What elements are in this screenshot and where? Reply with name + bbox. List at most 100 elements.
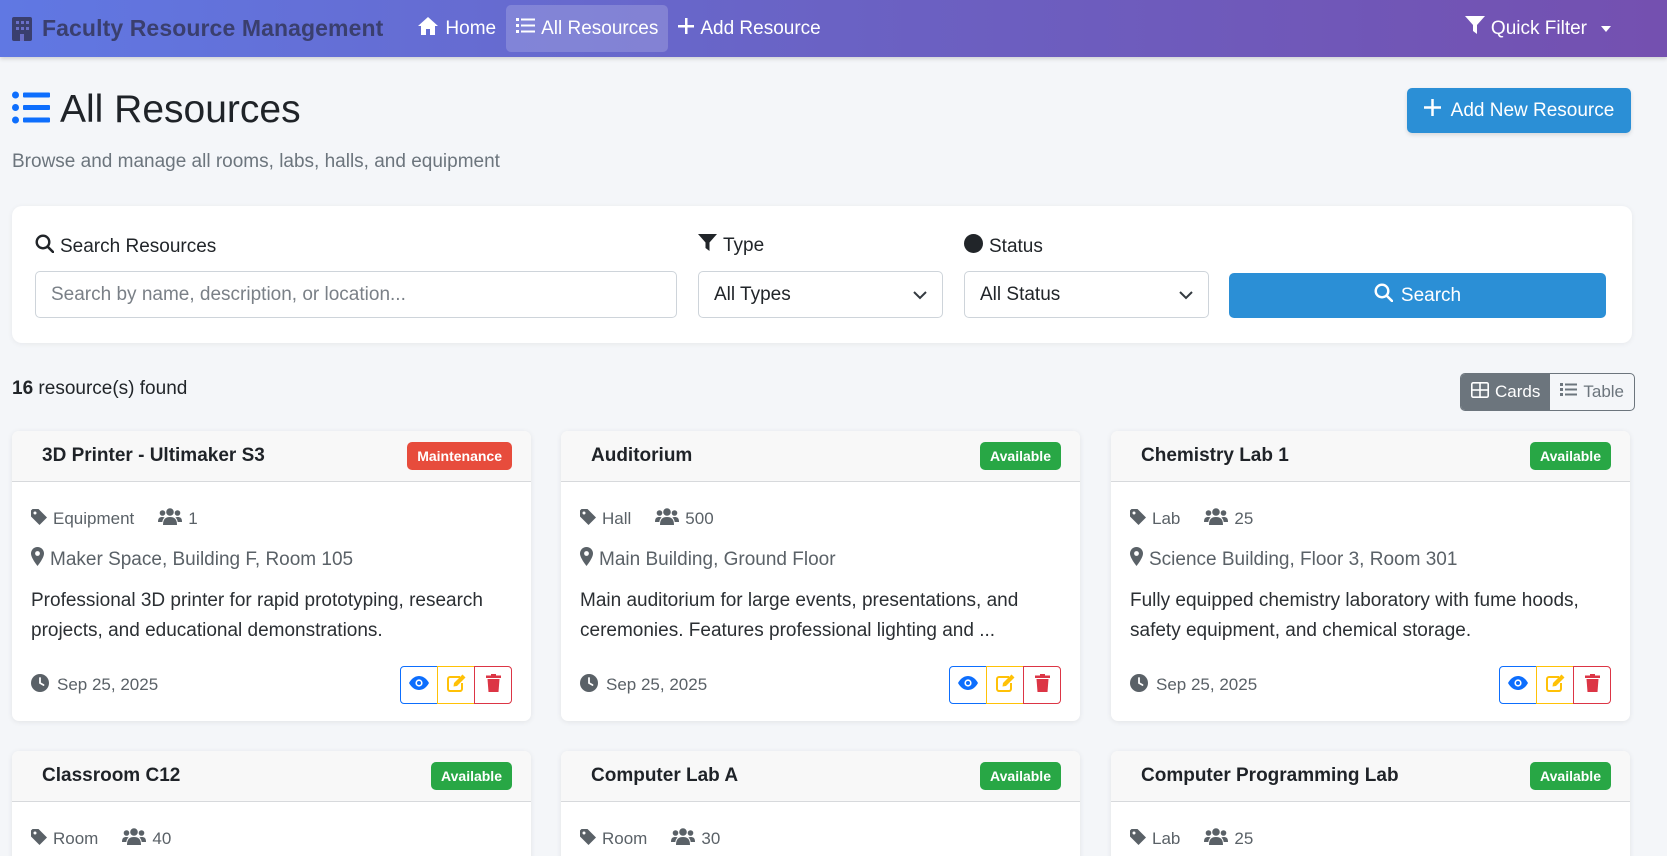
search-label: Search Resources	[35, 234, 216, 259]
view-button[interactable]	[949, 666, 987, 704]
quick-filter-dropdown[interactable]: Quick Filter	[1455, 5, 1621, 52]
card-body: Hall 500 Main Building, Ground Floor Mai…	[561, 508, 1080, 704]
status-badge: Available	[980, 442, 1061, 470]
edit-button[interactable]	[437, 666, 475, 704]
edit-button[interactable]	[986, 666, 1024, 704]
type-text: Hall	[602, 509, 632, 528]
card-meta: Room 40	[31, 828, 512, 850]
resource-card[interactable]: Chemistry Lab 1 Available Lab 25 Science…	[1111, 431, 1630, 721]
brand[interactable]: Faculty Resource Management	[12, 15, 383, 42]
tag-icon	[580, 828, 596, 850]
resource-card[interactable]: 3D Printer - Ultimaker S3 Maintenance Eq…	[12, 431, 531, 721]
card-title: Computer Lab A	[591, 765, 739, 786]
status-select[interactable]: All Status	[964, 271, 1209, 318]
delete-button[interactable]	[1023, 666, 1061, 704]
plus-icon	[1423, 99, 1441, 122]
view-button[interactable]	[400, 666, 438, 704]
card-header: 3D Printer - Ultimaker S3 Maintenance	[12, 431, 531, 482]
card-footer: Sep 25, 2025	[580, 666, 1061, 704]
card-date: Sep 25, 2025	[1130, 673, 1258, 697]
edit-button[interactable]	[1536, 666, 1574, 704]
view-cards-label: Cards	[1495, 382, 1541, 401]
grid-icon	[1471, 381, 1489, 403]
resource-card[interactable]: Computer Programming Lab Available Lab 2…	[1111, 751, 1630, 856]
view-button[interactable]	[1499, 666, 1537, 704]
card-description: Main auditorium for large events, presen…	[580, 590, 1019, 641]
nav-item-all-resources[interactable]: All Resources	[506, 5, 669, 52]
status-badge: Maintenance	[407, 442, 512, 470]
edit-icon	[1545, 674, 1565, 697]
card-title: Classroom C12	[42, 765, 181, 786]
chevron-down-icon	[1179, 284, 1193, 306]
view-cards-button[interactable]: Cards	[1461, 374, 1551, 410]
card-actions	[949, 666, 1061, 704]
capacity-info: 500	[655, 508, 714, 530]
status-badge: Available	[431, 762, 512, 790]
resource-card[interactable]: Auditorium Available Hall 500 Main Build…	[561, 431, 1080, 721]
results-number: 16	[12, 378, 34, 399]
status-badge: Available	[1530, 442, 1611, 470]
card-body: Room 40	[12, 828, 531, 850]
nav-item-add-resource[interactable]: Add Resource	[668, 5, 830, 52]
card-location: Main Building, Ground Floor	[580, 547, 1061, 572]
card-body: Equipment 1 Maker Space, Building F, Roo…	[12, 508, 531, 704]
search-input[interactable]: Search by name, description, or location…	[35, 271, 677, 318]
search-icon	[1374, 283, 1394, 308]
nav-item-label: All Resources	[541, 17, 659, 39]
delete-button[interactable]	[474, 666, 512, 704]
type-text: Equipment	[53, 509, 135, 528]
status-badge: Available	[1530, 762, 1611, 790]
nav-item-label: Add Resource	[700, 17, 821, 39]
type-text: Lab	[1152, 829, 1181, 848]
delete-button[interactable]	[1573, 666, 1611, 704]
tag-icon	[580, 508, 596, 530]
card-body: Lab 25 Science Building, Floor 3, Room 3…	[1111, 508, 1630, 704]
nav-item-home[interactable]: Home	[407, 5, 506, 52]
results-count: 16 resource(s) found	[12, 378, 187, 400]
type-text: Room	[602, 829, 648, 848]
card-header: Auditorium Available	[561, 431, 1080, 482]
plus-icon	[678, 17, 695, 40]
card-body: Room 30	[561, 828, 1080, 850]
type-select[interactable]: All Types	[698, 271, 943, 318]
type-info: Hall	[580, 508, 632, 530]
page-title: All Resources	[12, 88, 301, 132]
search-button[interactable]: Search	[1229, 273, 1606, 318]
filter-icon	[698, 234, 717, 258]
card-body: Lab 25	[1111, 828, 1630, 850]
caret-down-icon	[1601, 25, 1611, 32]
type-info: Lab	[1130, 508, 1180, 530]
card-meta: Lab 25	[1130, 508, 1611, 530]
card-title: Computer Programming Lab	[1141, 765, 1399, 786]
capacity-info: 1	[158, 508, 198, 530]
tag-icon	[1130, 828, 1146, 850]
type-info: Equipment	[31, 508, 135, 530]
card-meta: Hall 500	[580, 508, 1061, 530]
resource-card[interactable]: Classroom C12 Available Room 40	[12, 751, 531, 856]
location-text: Science Building, Floor 3, Room 301	[1149, 548, 1458, 570]
map-marker-icon	[1130, 547, 1143, 572]
card-footer: Sep 25, 2025	[31, 666, 512, 704]
users-icon	[158, 508, 183, 530]
capacity-text: 1	[188, 509, 198, 528]
type-info: Room	[580, 828, 648, 850]
users-icon	[655, 508, 680, 530]
capacity-info: 25	[1204, 508, 1253, 530]
date-text: Sep 25, 2025	[606, 675, 708, 694]
add-new-resource-label: Add New Resource	[1450, 99, 1615, 121]
circle-icon	[964, 234, 983, 259]
card-title: 3D Printer - Ultimaker S3	[42, 445, 265, 466]
trash-icon	[1584, 673, 1600, 697]
resource-card[interactable]: Computer Lab A Available Room 30	[561, 751, 1080, 856]
add-new-resource-button[interactable]: Add New Resource	[1407, 88, 1631, 133]
edit-icon	[995, 674, 1015, 697]
capacity-text: 30	[701, 829, 721, 848]
card-header: Computer Programming Lab Available	[1111, 751, 1630, 802]
date-text: Sep 25, 2025	[57, 675, 159, 694]
date-text: Sep 25, 2025	[1156, 675, 1258, 694]
search-label-text: Search Resources	[60, 235, 217, 257]
status-label: Status	[964, 234, 1043, 259]
type-text: Room	[53, 829, 99, 848]
view-table-button[interactable]: Table	[1550, 374, 1634, 410]
map-marker-icon	[31, 547, 44, 572]
